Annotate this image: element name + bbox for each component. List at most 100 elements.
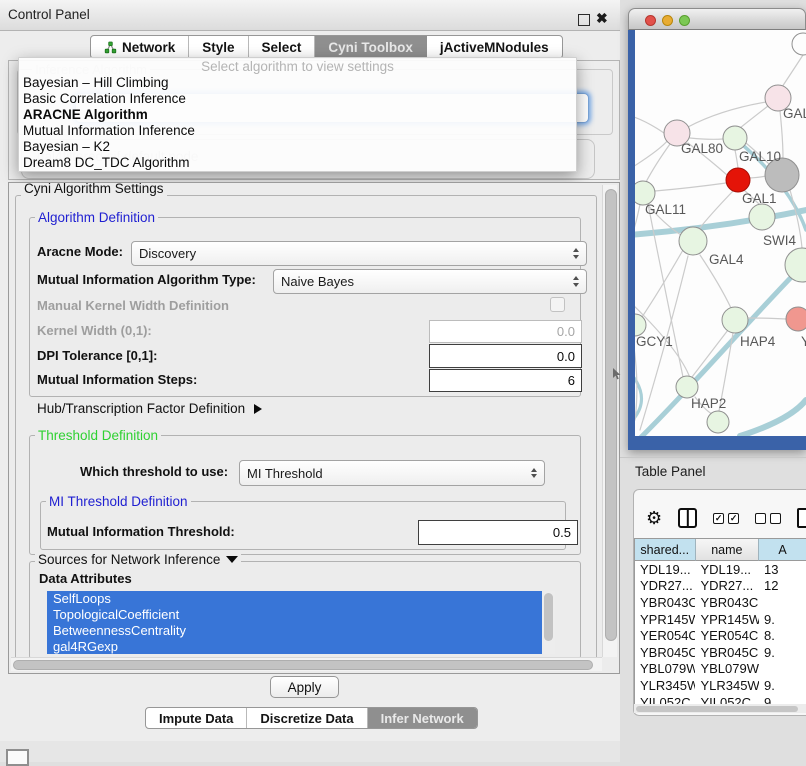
network-node-gal4[interactable] bbox=[679, 227, 707, 255]
select-all-checkboxes-icon[interactable]: ✓✓ bbox=[713, 513, 739, 524]
tab-infer-network[interactable]: Infer Network bbox=[368, 708, 477, 728]
mi-threshold-field[interactable]: 0.5 bbox=[418, 520, 578, 545]
kernel-width-field[interactable]: 0.0 bbox=[429, 320, 582, 343]
algorithm-option-bayesian-hill-climbing[interactable]: Bayesian – Hill Climbing bbox=[19, 75, 576, 91]
document-icon[interactable] bbox=[797, 508, 806, 528]
tab-network[interactable]: Network bbox=[91, 36, 189, 58]
mi-algorithm-type-combobox[interactable]: Naive Bayes bbox=[273, 269, 587, 294]
aracne-mode-combobox[interactable]: Discovery bbox=[131, 241, 587, 266]
zoom-traffic-light-icon[interactable] bbox=[679, 15, 690, 26]
network-icon bbox=[104, 41, 117, 54]
checkbox-glyph: ✓ bbox=[713, 513, 724, 524]
mouse-cursor bbox=[611, 367, 623, 381]
algorithm-dropdown-popup: Select algorithm to view settings Bayesi… bbox=[18, 57, 577, 172]
node-attribute-table[interactable]: shared...nameA YDL19...YDL19...13YDR27..… bbox=[634, 538, 806, 706]
combo-spinner-icon bbox=[573, 276, 579, 287]
table-cell: YBR045C bbox=[695, 645, 759, 660]
algorithm-option-aracne-algorithm[interactable]: ARACNE Algorithm bbox=[19, 107, 576, 123]
sources-group-title[interactable]: Sources for Network Inference bbox=[35, 552, 241, 567]
dpi-tolerance-field[interactable]: 0.0 bbox=[429, 344, 582, 368]
attribute-item-topologicalcoefficient[interactable]: TopologicalCoefficient bbox=[47, 607, 555, 623]
tab-impute-data[interactable]: Impute Data bbox=[146, 708, 247, 728]
close-traffic-light-icon[interactable] bbox=[645, 15, 656, 26]
hub-definition-label: Hub/Transcription Factor Definition bbox=[37, 401, 245, 416]
screen: { "colors": { "selection_blue": "#3875d7… bbox=[0, 0, 806, 762]
attribute-item-selfloops[interactable]: SelfLoops bbox=[47, 591, 555, 607]
network-node-hap2[interactable] bbox=[676, 376, 698, 398]
network-canvas[interactable]: GALGAL80GAL10GAL1GAL11GAL4SWI4GCY1HAP4YH… bbox=[635, 30, 806, 436]
node-label-gal1: GAL1 bbox=[742, 191, 777, 206]
column-header-a[interactable]: A bbox=[759, 539, 806, 561]
algorithm-option-bayesian-k2[interactable]: Bayesian – K2 bbox=[19, 139, 576, 155]
mi-steps-field[interactable]: 6 bbox=[429, 369, 582, 392]
table-panel-toolbar: ⚙ ✓✓ bbox=[646, 505, 806, 531]
attribute-item-gal4rgexp[interactable]: gal4RGexp bbox=[47, 639, 555, 654]
algorithm-dropdown-placeholder: Select algorithm to view settings bbox=[19, 58, 576, 75]
table-row[interactable]: YDR27...YDR27...12 bbox=[635, 578, 806, 595]
algorithm-option-dream8-dc-tdc-algorithm[interactable]: Dream8 DC_TDC Algorithm bbox=[19, 155, 576, 171]
minimize-traffic-light-icon[interactable] bbox=[662, 15, 673, 26]
tab-cyni-toolbox[interactable]: Cyni Toolbox bbox=[315, 36, 427, 58]
mi-threshold-value: 0.5 bbox=[553, 525, 571, 540]
table-row[interactable]: YBR043CYBR043C bbox=[635, 594, 806, 611]
mi-algorithm-type-label: Mutual Information Algorithm Type: bbox=[37, 272, 256, 288]
apply-button[interactable]: Apply bbox=[270, 676, 339, 698]
tab-discretize-data[interactable]: Discretize Data bbox=[247, 708, 367, 728]
network-node-y[interactable] bbox=[786, 307, 806, 331]
gear-icon[interactable]: ⚙ bbox=[646, 509, 662, 527]
node-label-gal80: GAL80 bbox=[681, 141, 723, 156]
tab-jactivemnodules[interactable]: jActiveMNodules bbox=[427, 36, 562, 58]
node-label-gal: GAL bbox=[783, 106, 806, 121]
cyni-settings-scrollpane: Cyni Algorithm Settings Algorithm Defini… bbox=[8, 182, 620, 674]
hub-definition-expander[interactable]: Hub/Transcription Factor Definition bbox=[37, 401, 262, 417]
table-cell: YDL19... bbox=[635, 562, 695, 577]
table-row[interactable]: YBL079WYBL079W bbox=[635, 661, 806, 678]
table-cell: YDR27... bbox=[635, 578, 695, 593]
network-node-gcy1[interactable] bbox=[635, 314, 646, 336]
mi-algorithm-type-value: Naive Bayes bbox=[281, 274, 354, 289]
which-threshold-combobox[interactable]: MI Threshold bbox=[239, 460, 545, 486]
column-header-name[interactable]: name bbox=[696, 539, 760, 561]
table-row[interactable]: YLR345WYLR345W9. bbox=[635, 677, 806, 694]
float-window-icon[interactable] bbox=[578, 14, 590, 26]
network-node-gal10[interactable] bbox=[723, 126, 747, 150]
split-columns-icon[interactable] bbox=[678, 508, 697, 528]
network-edge bbox=[740, 400, 806, 436]
checkbox-glyph bbox=[770, 513, 781, 524]
table-row[interactable]: YBR045CYBR045C9. bbox=[635, 644, 806, 661]
attribute-item-betweennesscentrality[interactable]: BetweennessCentrality bbox=[47, 623, 555, 639]
attributes-scrollbar[interactable] bbox=[542, 591, 555, 654]
deselect-all-checkboxes-icon[interactable] bbox=[755, 513, 781, 524]
table-cell: YPR145W bbox=[695, 612, 759, 627]
algorithm-option-mutual-information-inference[interactable]: Mutual Information Inference bbox=[19, 123, 576, 139]
algorithm-option-basic-correlation-inference[interactable]: Basic Correlation Inference bbox=[19, 91, 576, 107]
settings-vertical-scrollbar[interactable] bbox=[602, 185, 617, 657]
settings-vscroll-thumb[interactable] bbox=[605, 189, 617, 641]
table-row[interactable]: YER054CYER054C8. bbox=[635, 627, 806, 644]
tab-style[interactable]: Style bbox=[189, 36, 248, 58]
dpi-tolerance-label: DPI Tolerance [0,1]: bbox=[37, 348, 157, 364]
table-cell: YBR045C bbox=[635, 645, 695, 660]
settings-hscroll-thumb[interactable] bbox=[13, 660, 593, 670]
column-header-shared[interactable]: shared... bbox=[635, 539, 696, 561]
close-icon[interactable]: ✖ bbox=[596, 10, 608, 27]
table-cell: 12 bbox=[759, 578, 806, 593]
network-node[interactable] bbox=[707, 411, 729, 433]
settings-horizontal-scrollbar[interactable] bbox=[11, 657, 602, 671]
network-node[interactable] bbox=[792, 33, 806, 55]
tab-select[interactable]: Select bbox=[249, 36, 316, 58]
table-cell: YDR27... bbox=[695, 578, 759, 593]
table-cell: 9. bbox=[759, 612, 806, 627]
manual-kernel-width-checkbox[interactable] bbox=[550, 297, 565, 312]
table-row[interactable]: YDL19...YDL19...13 bbox=[635, 561, 806, 578]
network-node-gal1[interactable] bbox=[726, 168, 750, 192]
table-hscroll-thumb[interactable] bbox=[636, 706, 798, 713]
tab-label: Cyni Toolbox bbox=[328, 40, 413, 55]
table-cell: YBR043C bbox=[695, 595, 759, 610]
attributes-scrollbar-thumb[interactable] bbox=[544, 593, 553, 641]
data-attributes-list[interactable]: SelfLoopsTopologicalCoefficientBetweenne… bbox=[47, 591, 555, 654]
network-node[interactable] bbox=[749, 204, 775, 230]
minimized-panel-icon[interactable] bbox=[6, 749, 29, 766]
table-row[interactable]: YPR145WYPR145W9. bbox=[635, 611, 806, 628]
network-node-hap4[interactable] bbox=[722, 307, 748, 333]
